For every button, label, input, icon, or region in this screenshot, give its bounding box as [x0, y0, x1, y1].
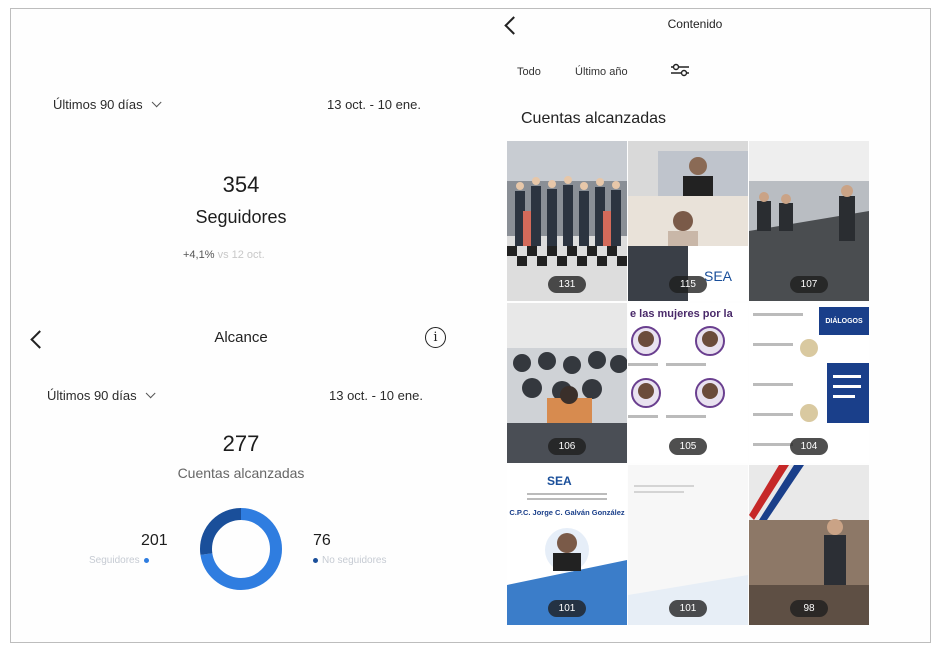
post-reach-count: 115: [669, 276, 707, 293]
post-reach-count: 104: [790, 438, 828, 455]
post-reach-count: 105: [669, 438, 707, 455]
posts-grid: 131 SEA 115 107 106 e las mujeres por la…: [507, 141, 871, 631]
post-thumbnail[interactable]: 131: [507, 141, 627, 301]
mujeres-banner-text: e las mujeres por la: [630, 308, 734, 320]
screenshot-frame: Últimos 90 días 13 oct. - 10 ene. 354 Se…: [10, 8, 931, 643]
nonfollowers-reach-legend: No seguidores: [313, 555, 386, 566]
dialogos-text: DIÁLOGOS: [825, 316, 863, 325]
tab-todo[interactable]: Todo: [517, 66, 541, 78]
post-thumbnail[interactable]: 98: [749, 465, 869, 625]
followers-growth-note: vs 12 oct.: [217, 249, 265, 261]
post-thumbnail[interactable]: e las mujeres por la 105: [628, 303, 748, 463]
post-thumbnail[interactable]: SEA 115: [628, 141, 748, 301]
followers-label: Seguidores: [195, 207, 287, 227]
post-thumbnail[interactable]: 106: [507, 303, 627, 463]
content-panel: Contenido Todo Último año Cuentas alcanz…: [495, 9, 930, 642]
nonfollowers-reach-label: No seguidores: [322, 555, 387, 566]
post-reach-count: 101: [548, 600, 586, 617]
reach-range-label: Últimos 90 días: [47, 388, 137, 403]
reach-date-range: 13 oct. - 10 ene.: [329, 388, 423, 403]
post-thumbnail[interactable]: 107: [749, 141, 869, 301]
followers-reach-count: 201: [141, 532, 168, 549]
followers-range-selector[interactable]: Últimos 90 días: [53, 97, 162, 112]
post-reach-count: 131: [548, 276, 586, 293]
post-thumbnail[interactable]: SEA C.P.C. Jorge C. Galván González 101: [507, 465, 627, 625]
followers-reach-label: Seguidores: [89, 555, 140, 566]
insights-panel: Últimos 90 días 13 oct. - 10 ene. 354 Se…: [11, 9, 495, 642]
reach-label: Cuentas alcanzadas: [177, 465, 305, 481]
nonfollowers-reach-count: 76: [313, 532, 331, 549]
back-arrow-icon[interactable]: [504, 16, 523, 35]
reach-count: 277: [222, 431, 260, 456]
followers-legend-dot: [143, 558, 149, 563]
speaker-name-text: C.P.C. Jorge C. Galván González: [509, 508, 625, 517]
sea-logo-text: SEA: [547, 474, 572, 488]
post-reach-count: 106: [548, 438, 586, 455]
chevron-down-icon: [151, 97, 162, 108]
followers-growth-value: +4,1%: [183, 249, 215, 261]
post-thumbnail[interactable]: 101: [628, 465, 748, 625]
reach-donut-chart: [200, 508, 282, 590]
filter-icon[interactable]: [670, 63, 690, 77]
reach-title: Alcance: [214, 329, 268, 346]
followers-date-range: 13 oct. - 10 ene.: [327, 97, 421, 112]
content-section-heading: Cuentas alcanzadas: [521, 110, 666, 127]
nonfollowers-legend-dot: [313, 558, 318, 563]
info-icon[interactable]: i: [425, 327, 446, 348]
back-arrow-icon[interactable]: [30, 330, 49, 349]
post-thumbnail[interactable]: DIÁLOGOS 104: [749, 303, 869, 463]
post-reach-count: 107: [790, 276, 828, 293]
sea-logo-text: SEA: [704, 268, 733, 284]
content-title: Contenido: [667, 17, 723, 31]
followers-growth: +4,1% vs 12 oct.: [183, 249, 265, 261]
tab-ultimo-ano[interactable]: Último año: [575, 66, 628, 78]
followers-reach-legend: Seguidores: [89, 555, 149, 566]
followers-count: 354: [222, 172, 260, 197]
chevron-down-icon: [145, 388, 156, 399]
followers-range-label: Últimos 90 días: [53, 97, 143, 112]
post-reach-count: 98: [790, 600, 828, 617]
post-reach-count: 101: [669, 600, 707, 617]
reach-range-selector[interactable]: Últimos 90 días: [47, 388, 156, 403]
